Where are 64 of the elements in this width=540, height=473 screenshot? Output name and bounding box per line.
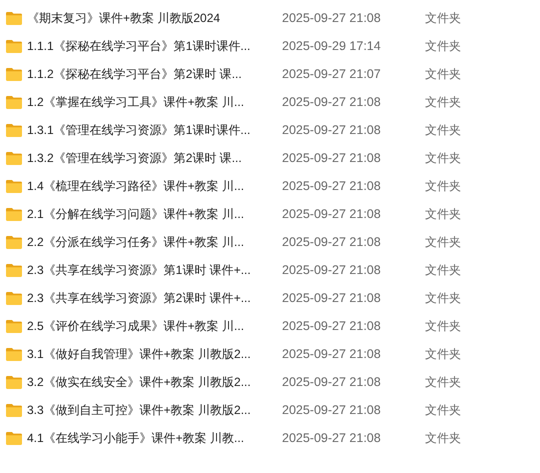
modified-date: 2025-09-27 21:08 xyxy=(282,179,382,193)
file-name[interactable]: 3.2《做实在线安全》课件+教案 川教版2... xyxy=(27,374,267,390)
file-type: 文件夹 xyxy=(425,374,461,390)
file-type: 文件夹 xyxy=(425,346,461,362)
file-name[interactable]: 《期末复习》课件+教案 川教版2024 xyxy=(27,10,267,26)
folder-icon xyxy=(6,180,22,192)
modified-date: 2025-09-27 21:08 xyxy=(282,291,382,305)
modified-date: 2025-09-27 21:08 xyxy=(282,207,382,221)
file-name[interactable]: 2.2《分派在线学习任务》课件+教案 川... xyxy=(27,234,267,250)
file-name[interactable]: 1.1.1《探秘在线学习平台》第1课时课件... xyxy=(27,38,267,54)
file-type: 文件夹 xyxy=(425,150,461,166)
folder-icon xyxy=(6,376,22,388)
file-name[interactable]: 4.1《在线学习小能手》课件+教案 川教... xyxy=(27,430,267,446)
file-type: 文件夹 xyxy=(425,10,461,26)
file-type: 文件夹 xyxy=(425,122,461,138)
folder-icon xyxy=(6,236,22,248)
folder-icon xyxy=(6,96,22,108)
file-type: 文件夹 xyxy=(425,262,461,278)
folder-icon xyxy=(6,320,22,332)
modified-date: 2025-09-27 21:08 xyxy=(282,263,382,277)
file-name[interactable]: 2.5《评价在线学习成果》课件+教案 川... xyxy=(27,318,267,334)
modified-date: 2025-09-27 21:08 xyxy=(282,95,382,109)
file-name[interactable]: 1.1.2《探秘在线学习平台》第2课时 课... xyxy=(27,66,267,82)
modified-date: 2025-09-27 21:08 xyxy=(282,319,382,333)
modified-date: 2025-09-27 21:08 xyxy=(282,151,382,165)
file-name[interactable]: 3.1《做好自我管理》课件+教案 川教版2... xyxy=(27,346,267,362)
file-name[interactable]: 2.3《共享在线学习资源》第1课时 课件+... xyxy=(27,262,267,278)
folder-icon xyxy=(6,264,22,276)
modified-date: 2025-09-27 21:08 xyxy=(282,403,382,417)
folder-icon xyxy=(6,124,22,136)
folder-icon xyxy=(6,432,22,444)
modified-date: 2025-09-27 21:08 xyxy=(282,235,382,249)
file-name[interactable]: 1.4《梳理在线学习路径》课件+教案 川... xyxy=(27,178,267,194)
file-type: 文件夹 xyxy=(425,402,461,418)
modified-date: 2025-09-27 21:08 xyxy=(282,431,382,445)
file-type: 文件夹 xyxy=(425,178,461,194)
modified-date: 2025-09-27 21:08 xyxy=(282,375,382,389)
modified-date: 2025-09-29 17:14 xyxy=(282,39,382,53)
folder-icon xyxy=(6,68,22,80)
folder-icon xyxy=(6,208,22,220)
file-name[interactable]: 1.3.1《管理在线学习资源》第1课时课件... xyxy=(27,122,267,138)
modified-date: 2025-09-27 21:08 xyxy=(282,123,382,137)
file-name[interactable]: 1.3.2《管理在线学习资源》第2课时 课... xyxy=(27,150,267,166)
file-type: 文件夹 xyxy=(425,430,461,446)
file-name[interactable]: 2.3《共享在线学习资源》第2课时 课件+... xyxy=(27,290,267,306)
file-type: 文件夹 xyxy=(425,66,461,82)
file-type: 文件夹 xyxy=(425,206,461,222)
modified-date: 2025-09-27 21:08 xyxy=(282,11,382,25)
folder-icon xyxy=(6,40,22,52)
folder-icon xyxy=(6,152,22,164)
file-type: 文件夹 xyxy=(425,290,461,306)
file-type: 文件夹 xyxy=(425,94,461,110)
file-type: 文件夹 xyxy=(425,318,461,334)
file-name[interactable]: 1.2《掌握在线学习工具》课件+教案 川... xyxy=(27,94,267,110)
file-type: 文件夹 xyxy=(425,38,461,54)
file-name[interactable]: 2.1《分解在线学习问题》课件+教案 川... xyxy=(27,206,267,222)
modified-date: 2025-09-27 21:08 xyxy=(282,347,382,361)
file-type: 文件夹 xyxy=(425,234,461,250)
folder-icon xyxy=(6,348,22,360)
modified-date: 2025-09-27 21:07 xyxy=(282,67,382,81)
file-name[interactable]: 3.3《做到自主可控》课件+教案 川教版2... xyxy=(27,402,267,418)
folder-icon xyxy=(6,292,22,304)
folder-icon xyxy=(6,12,22,24)
folder-icon xyxy=(6,404,22,416)
